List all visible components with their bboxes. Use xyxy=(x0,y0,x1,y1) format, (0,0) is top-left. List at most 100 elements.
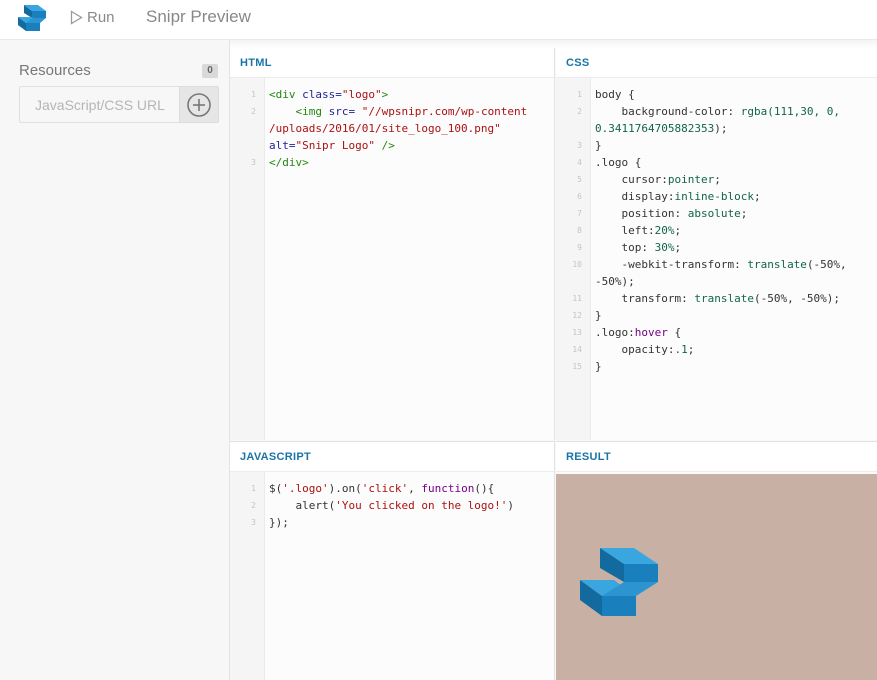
code-token: .logo { xyxy=(595,156,642,169)
code-line: .logo { xyxy=(595,154,641,171)
resources-sidebar: Resources 0 xyxy=(0,40,230,680)
html-panel-title: HTML xyxy=(240,57,272,69)
code-token: alert( xyxy=(269,499,336,512)
code-line: background-color: rgba(111,30, 0, xyxy=(595,103,840,120)
code-token: .1 xyxy=(674,343,688,356)
code-token: ; xyxy=(714,173,721,186)
code-token: 0.3411764705882353 xyxy=(595,122,715,135)
run-label: Run xyxy=(87,8,115,26)
code-token: ; xyxy=(753,190,761,203)
line-number: 3 xyxy=(577,141,582,150)
code-token: } xyxy=(595,139,602,152)
code-token: position: xyxy=(595,207,688,220)
html-gutter: 1 2 3 xyxy=(230,78,265,440)
html-code-editor[interactable]: <div class="logo"> <img src= "//wpsnipr.… xyxy=(265,78,554,440)
code-token: translate xyxy=(694,292,754,305)
code-line: alert('You clicked on the logo!') xyxy=(269,497,514,514)
code-token: ; xyxy=(687,343,695,356)
code-token: , xyxy=(408,482,422,495)
code-token: -webkit-transform: xyxy=(595,258,748,271)
code-line: opacity:.1; xyxy=(595,341,694,358)
code-line: position: absolute; xyxy=(595,205,747,222)
code-token: { xyxy=(667,326,682,339)
code-line: } xyxy=(595,358,602,375)
javascript-code-editor[interactable]: $('.logo').on('click', function(){ alert… xyxy=(265,472,554,680)
code-token: alt= xyxy=(269,139,296,152)
code-line: 0.3411764705882353); xyxy=(595,120,727,137)
code-token: inline-block xyxy=(674,190,754,203)
code-token: hover xyxy=(634,326,668,339)
javascript-gutter: 1 2 3 xyxy=(230,472,265,680)
line-number: 6 xyxy=(577,192,582,201)
code-token: body { xyxy=(595,88,635,101)
result-preview xyxy=(556,474,877,680)
css-code-editor[interactable]: body { background-color: rgba(111,30, 0,… xyxy=(591,78,877,440)
code-line: alt="Snipr Logo" /> xyxy=(269,137,395,154)
line-number: 7 xyxy=(577,209,582,218)
resources-label: Resources xyxy=(19,62,91,79)
code-token: function xyxy=(421,482,475,495)
code-token: ; xyxy=(740,207,748,220)
code-token: pointer xyxy=(667,173,715,186)
code-token: top: xyxy=(595,241,655,254)
code-line: left:20%; xyxy=(595,222,681,239)
code-token: 20% xyxy=(654,224,675,237)
run-button[interactable]: Run xyxy=(70,7,115,27)
code-token: ); xyxy=(714,122,728,135)
line-number: 3 xyxy=(251,158,256,167)
code-token: absolute xyxy=(687,207,741,220)
code-token: 'click' xyxy=(361,482,409,495)
line-number: 15 xyxy=(572,362,582,371)
code-line: /uploads/2016/01/site_logo_100.png" xyxy=(269,120,501,137)
code-token: "//wpsnipr.com/wp-content xyxy=(361,105,528,118)
code-line: display:inline-block; xyxy=(595,188,761,205)
code-line: } xyxy=(595,307,602,324)
code-line: <div class="logo"> xyxy=(269,86,388,103)
code-line: top: 30%; xyxy=(595,239,681,256)
line-number: 2 xyxy=(251,107,256,116)
snipr-logo-icon[interactable] xyxy=(14,3,52,35)
code-line: $('.logo').on('click', function(){ xyxy=(269,480,494,497)
code-line: </div> xyxy=(269,154,309,171)
line-number: 8 xyxy=(577,226,582,235)
code-token: } xyxy=(595,360,602,373)
code-token: "logo" xyxy=(341,88,382,101)
html-panel-header: HTML xyxy=(230,48,554,78)
code-token: /> xyxy=(374,139,395,152)
code-token: (){ xyxy=(474,482,495,495)
code-token: $( xyxy=(269,482,283,495)
code-token: opacity: xyxy=(595,343,675,356)
app-title: Snipr Preview xyxy=(146,7,251,26)
line-number: 3 xyxy=(251,518,256,527)
code-token: /uploads/2016/01/site_logo_100.png" xyxy=(269,122,501,135)
code-line: } xyxy=(595,137,602,154)
css-panel-header: CSS xyxy=(556,48,877,78)
code-token: ) xyxy=(507,499,515,512)
javascript-panel-title: JAVASCRIPT xyxy=(240,451,312,463)
code-token: display: xyxy=(595,190,675,203)
code-token: class= xyxy=(302,88,342,101)
add-resource-button[interactable] xyxy=(179,86,219,123)
code-line: <img src= "//wpsnipr.com/wp-content xyxy=(269,103,527,120)
css-editor-panel: CSS 1 2 3 4 5 6 7 8 9 10 11 12 13 14 15 body { backgro… xyxy=(556,48,877,440)
line-number: 14 xyxy=(572,345,582,354)
top-bar: Run Snipr Preview xyxy=(0,0,877,40)
javascript-editor-panel: JAVASCRIPT 1 2 3 $('.logo').on('click', fu… xyxy=(230,441,555,680)
code-line: -50%); xyxy=(595,273,635,290)
css-gutter: 1 2 3 4 5 6 7 8 9 10 11 12 13 14 15 xyxy=(556,78,591,440)
code-line: transform: translate(-50%, -50%); xyxy=(595,290,840,307)
code-token: ; xyxy=(674,241,682,254)
code-line: }); xyxy=(269,514,289,531)
javascript-panel-header: JAVASCRIPT xyxy=(230,442,554,472)
line-number: 1 xyxy=(251,90,256,99)
code-token: <img xyxy=(269,105,329,118)
code-token: } xyxy=(595,309,602,322)
line-number: 2 xyxy=(577,107,582,116)
code-token: ; xyxy=(674,224,682,237)
code-token: .logo: xyxy=(595,326,635,339)
snipr-logo-icon[interactable] xyxy=(578,546,660,618)
code-token: 30% xyxy=(654,241,675,254)
code-line: .logo:hover { xyxy=(595,324,681,341)
resource-url-input[interactable] xyxy=(19,86,179,123)
code-line: body { xyxy=(595,86,635,103)
